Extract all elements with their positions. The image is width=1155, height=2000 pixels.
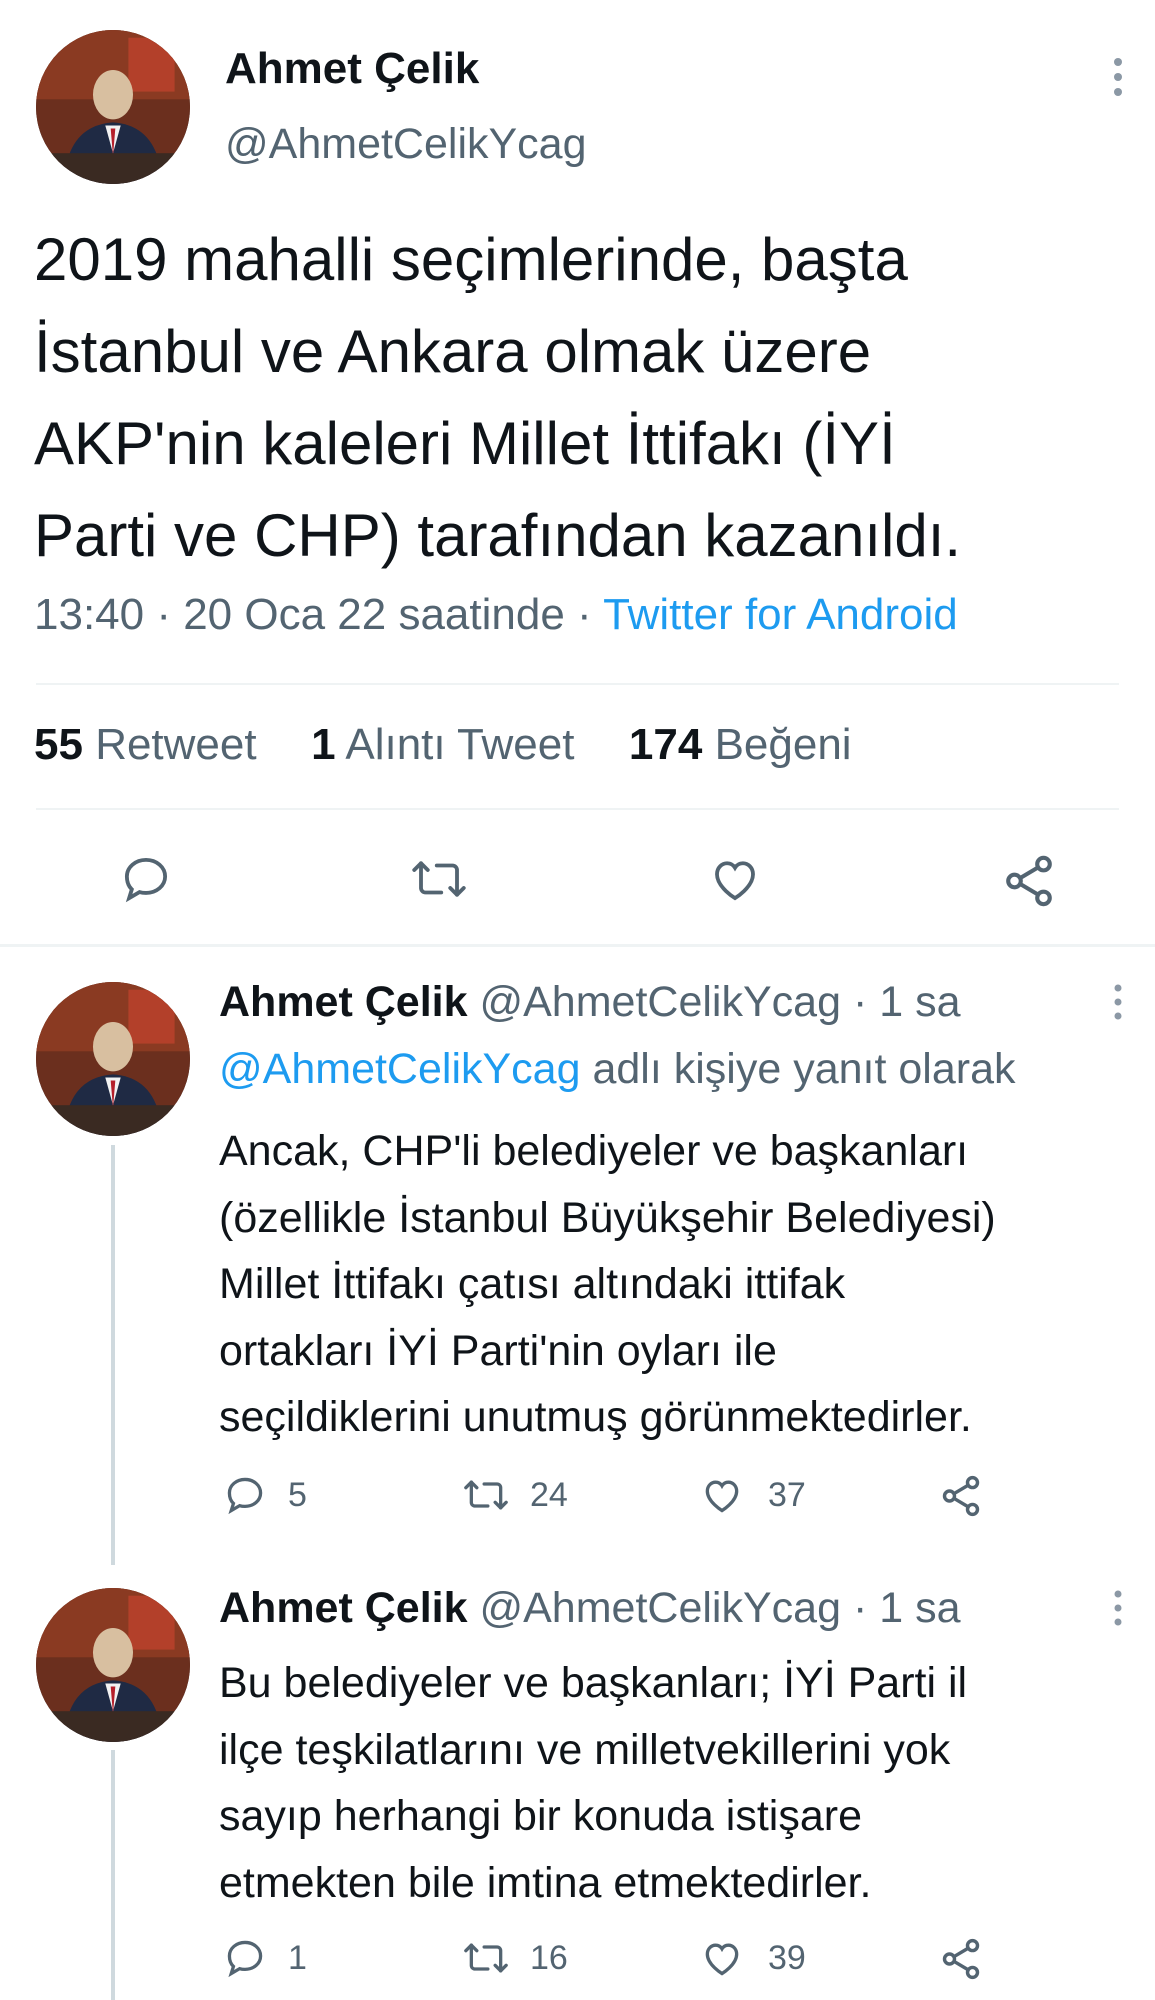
reply-text-line: Bu belediyeler ve başkanları; İYİ Parti …: [219, 1659, 968, 1707]
divider: [36, 808, 1119, 810]
replying-to-label: adlı kişiye yanıt olarak: [592, 1045, 1016, 1093]
quotes-stat[interactable]: 1 Alıntı Tweet: [311, 720, 574, 769]
reply-header: Ahmet Çelik @AhmetCelikYcag · 1 sa: [219, 978, 960, 1027]
tweet-text-line: İstanbul ve Ankara olmak üzere: [34, 318, 872, 385]
reply-button[interactable]: [118, 852, 174, 906]
reply-text-line: ilçe teşkilatlarını ve milletvekillerini…: [219, 1725, 951, 1774]
avatar[interactable]: [36, 30, 190, 184]
reply-text-line: etmekten bile imtina etmektedirler.: [219, 1858, 872, 1907]
reply-time[interactable]: · 1 sa: [853, 978, 961, 1026]
reply-button[interactable]: 5: [222, 1473, 307, 1517]
avatar-photo: [36, 1588, 190, 1742]
share-icon: [942, 1475, 980, 1517]
author-name[interactable]: Ahmet Çelik: [219, 1584, 468, 1632]
author-handle[interactable]: @AhmetCelikYcag: [225, 120, 587, 169]
retweet-button[interactable]: [408, 852, 470, 906]
tweet-text-line: Parti ve CHP) tarafından kazanıldı.: [34, 502, 962, 569]
retweet-count: 16: [530, 1938, 568, 1977]
quotes-count: 1: [311, 720, 336, 769]
reply-icon: [227, 1940, 263, 1978]
divider: [36, 683, 1119, 685]
retweet-icon: [464, 1943, 508, 1973]
likes-count: 174: [628, 720, 703, 769]
quotes-label: Alıntı Tweet: [345, 720, 575, 769]
author-name[interactable]: Ahmet Çelik: [219, 978, 468, 1026]
more-icon[interactable]: [1106, 52, 1130, 102]
like-icon: [705, 1480, 739, 1513]
avatar-photo: [36, 982, 190, 1136]
like-icon: [705, 1943, 739, 1976]
like-button[interactable]: [706, 852, 764, 906]
retweet-button[interactable]: 24: [460, 1473, 568, 1517]
reply-text-line: (özellikle İstanbul Büyükşehir Belediyes…: [219, 1193, 996, 1242]
share-button[interactable]: [1000, 852, 1058, 910]
reply-text: Ancak, CHP'li belediyeler ve başkanları …: [219, 1118, 1139, 1451]
like-button[interactable]: 37: [698, 1473, 806, 1517]
reply-text-line: Ancak, CHP'li belediyeler ve başkanları: [219, 1127, 969, 1175]
source-link[interactable]: Twitter for Android: [603, 590, 958, 639]
retweet-count: 24: [530, 1475, 568, 1514]
like-count: 39: [768, 1938, 806, 1977]
tweet-text-line: AKP'nin kaleleri Millet İttifakı (İYİ: [34, 410, 896, 477]
author-handle[interactable]: @AhmetCelikYcag: [479, 1584, 841, 1632]
avatar[interactable]: [36, 1588, 190, 1742]
like-icon: [715, 861, 755, 901]
reply-text-line: ortakları İYİ Parti'nin oyları ile: [219, 1326, 777, 1375]
share-button[interactable]: [938, 1936, 984, 1982]
more-icon[interactable]: [1106, 1586, 1130, 1635]
retweet-icon: [464, 1480, 508, 1510]
retweets-stat[interactable]: 55 Retweet: [34, 720, 257, 769]
tweet-meta: 13:40 · 20 Oca 22 saatinde · Twitter for…: [34, 590, 958, 640]
reply-text-line: Millet İttifakı çatısı altındaki ittifak: [219, 1260, 846, 1308]
section-divider: [0, 944, 1155, 947]
timestamp[interactable]: 13:40 · 20 Oca 22 saatinde ·: [34, 590, 592, 639]
retweets-label: Retweet: [95, 720, 257, 769]
reply-icon: [227, 1477, 263, 1515]
retweet-icon: [412, 861, 466, 897]
reply-text-line: sayıp herhangi bir konuda istişare: [219, 1792, 862, 1840]
reply-text: Bu belediyeler ve başkanları; İYİ Parti …: [219, 1650, 1139, 1916]
share-icon: [1006, 855, 1052, 907]
reply-count: 1: [288, 1938, 307, 1977]
reply-count: 5: [288, 1475, 307, 1514]
thread-line: [111, 1750, 115, 2000]
likes-stat[interactable]: 174 Beğeni: [629, 720, 852, 769]
tweet-text-line: 2019 mahalli seçimlerinde, başta: [34, 226, 908, 293]
author-handle[interactable]: @AhmetCelikYcag: [479, 978, 841, 1026]
more-icon[interactable]: [1106, 980, 1130, 1029]
reply-header: Ahmet Çelik @AhmetCelikYcag · 1 sa: [219, 1584, 960, 1633]
tweet-stats: 55 Retweet 1 Alıntı Tweet 174 Beğeni: [34, 720, 852, 770]
author-name[interactable]: Ahmet Çelik: [225, 44, 479, 94]
avatar[interactable]: [36, 982, 190, 1136]
like-button[interactable]: 39: [698, 1936, 806, 1980]
share-icon: [942, 1938, 980, 1980]
retweet-button[interactable]: 16: [460, 1936, 568, 1980]
like-count: 37: [768, 1475, 806, 1514]
share-button[interactable]: [938, 1473, 984, 1519]
reply-time[interactable]: · 1 sa: [853, 1584, 961, 1632]
replying-to-handle[interactable]: @AhmetCelikYcag: [219, 1045, 581, 1093]
reply-icon: [124, 857, 168, 903]
avatar-photo: [36, 30, 190, 184]
tweet-text: 2019 mahalli seçimlerinde, başta İstanbu…: [34, 214, 1144, 582]
retweets-count: 55: [34, 720, 83, 769]
replying-to: @AhmetCelikYcag adlı kişiye yanıt olarak: [219, 1045, 1016, 1094]
reply-text-line: seçildiklerini unutmuş görünmektedirler.: [219, 1393, 972, 1441]
thread-line: [111, 1145, 115, 1565]
likes-label: Beğeni: [714, 720, 852, 769]
reply-button[interactable]: 1: [222, 1936, 307, 1980]
